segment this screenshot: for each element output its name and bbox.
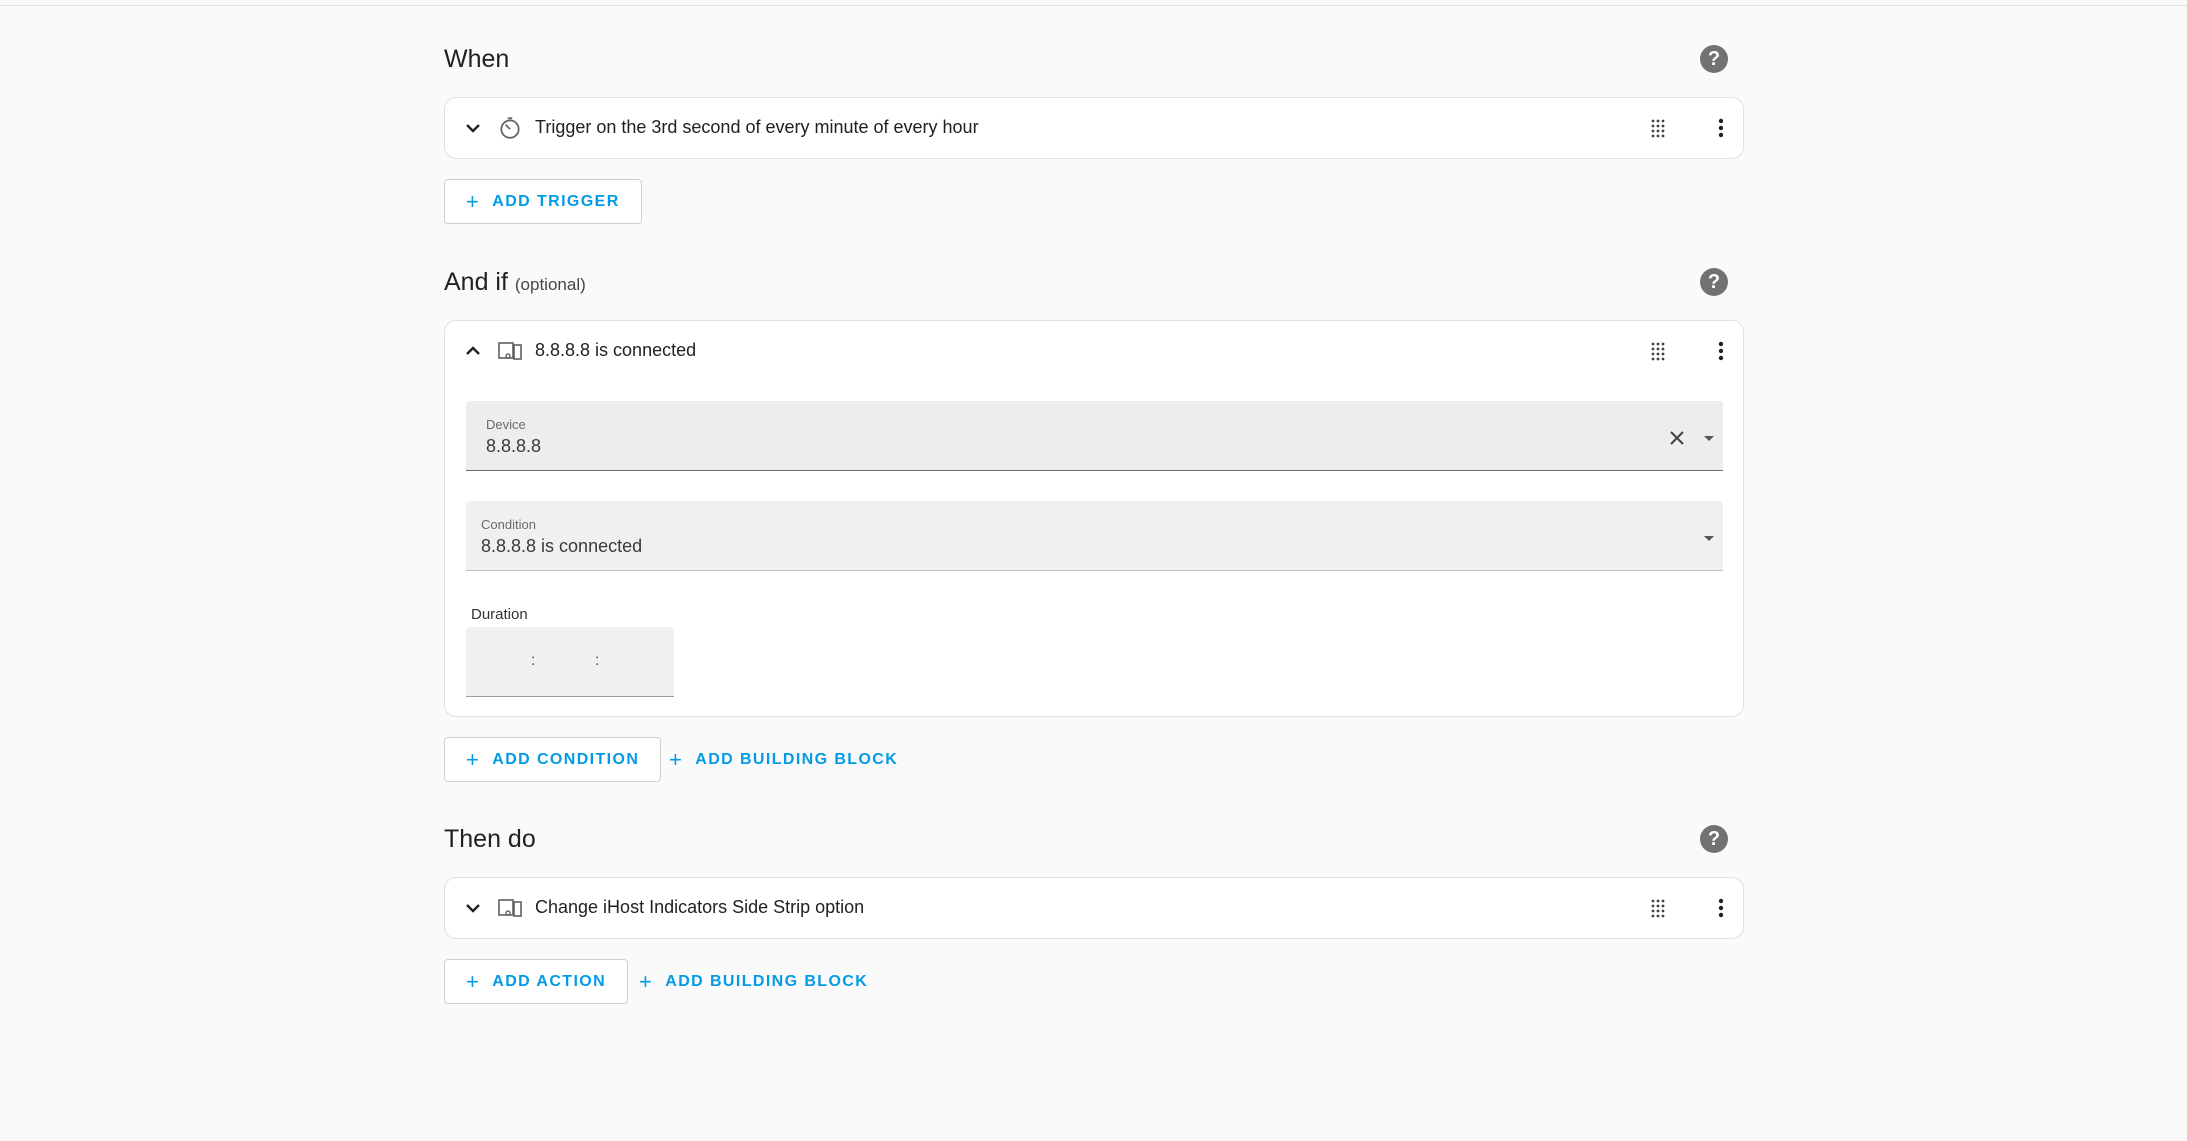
add-building-block-button[interactable]: + ADD BUILDING BLOCK — [648, 737, 919, 782]
add-building-block-button[interactable]: + ADD BUILDING BLOCK — [618, 959, 889, 1004]
trigger-card-header[interactable]: Trigger on the 3rd second of every minut… — [445, 98, 1743, 158]
section-title-and-if: And if (optional) — [444, 268, 586, 297]
section-title-then-do: Then do — [444, 825, 536, 853]
condition-card-header[interactable]: 8.8.8.8 is connected — [445, 321, 1743, 381]
drag-handle-icon[interactable] — [1647, 897, 1669, 919]
trigger-card[interactable]: Trigger on the 3rd second of every minut… — [444, 97, 1744, 159]
plus-icon: + — [466, 746, 481, 772]
device-icon — [498, 899, 522, 917]
chevron-up-icon[interactable] — [461, 339, 485, 363]
more-options-icon[interactable] — [1709, 116, 1733, 140]
and-if-title: And if — [444, 268, 508, 296]
add-trigger-label: ADD TRIGGER — [492, 192, 620, 210]
add-trigger-button[interactable]: + ADD TRIGGER — [444, 179, 642, 224]
condition-select[interactable]: Condition 8.8.8.8 is connected — [466, 501, 1723, 571]
dropdown-arrow-icon[interactable] — [1698, 527, 1720, 549]
duration-label: Duration — [471, 606, 528, 623]
help-icon[interactable]: ? — [1700, 45, 1728, 73]
help-icon[interactable]: ? — [1700, 825, 1728, 853]
more-options-icon[interactable] — [1709, 896, 1733, 920]
device-icon — [498, 342, 522, 360]
section-title-when: When — [444, 45, 510, 73]
add-condition-button[interactable]: + ADD CONDITION — [444, 737, 662, 782]
trigger-title: Trigger on the 3rd second of every minut… — [535, 117, 979, 137]
add-action-label: ADD ACTION — [492, 972, 607, 990]
action-card[interactable]: Change iHost Indicators Side Strip optio… — [444, 877, 1744, 939]
device-field-label: Device — [486, 417, 526, 432]
action-title: Change iHost Indicators Side Strip optio… — [535, 897, 865, 917]
dropdown-arrow-icon[interactable] — [1698, 427, 1720, 449]
add-condition-label: ADD CONDITION — [492, 750, 640, 768]
action-card-header[interactable]: Change iHost Indicators Side Strip optio… — [445, 878, 1743, 938]
drag-handle-icon[interactable] — [1647, 340, 1669, 362]
device-select[interactable]: Device 8.8.8.8 — [466, 401, 1723, 471]
chevron-down-icon[interactable] — [461, 896, 485, 920]
plus-icon: + — [466, 968, 481, 994]
help-icon[interactable]: ? — [1700, 268, 1728, 296]
plus-icon: + — [669, 746, 684, 772]
duration-separator: : — [531, 652, 536, 669]
condition-field-label: Condition — [481, 517, 536, 532]
duration-separator: : — [595, 652, 600, 669]
add-building-block-label: ADD BUILDING BLOCK — [695, 750, 899, 768]
drag-handle-icon[interactable] — [1647, 117, 1669, 139]
timer-icon — [500, 117, 520, 139]
plus-icon: + — [466, 188, 481, 214]
condition-card: 8.8.8.8 is connected Device 8.8.8.8 Cond… — [444, 320, 1744, 717]
plus-icon: + — [639, 968, 654, 994]
condition-title: 8.8.8.8 is connected — [535, 340, 697, 360]
top-divider — [0, 5, 2187, 6]
condition-field-value: 8.8.8.8 is connected — [481, 536, 643, 556]
duration-input[interactable]: : : — [466, 627, 674, 697]
add-building-block-label: ADD BUILDING BLOCK — [665, 972, 869, 990]
optional-label: (optional) — [514, 275, 586, 294]
clear-icon[interactable] — [1666, 427, 1688, 449]
chevron-down-icon[interactable] — [461, 116, 485, 140]
more-options-icon[interactable] — [1709, 339, 1733, 363]
add-action-button[interactable]: + ADD ACTION — [444, 959, 629, 1004]
device-field-value: 8.8.8.8 — [486, 436, 542, 456]
